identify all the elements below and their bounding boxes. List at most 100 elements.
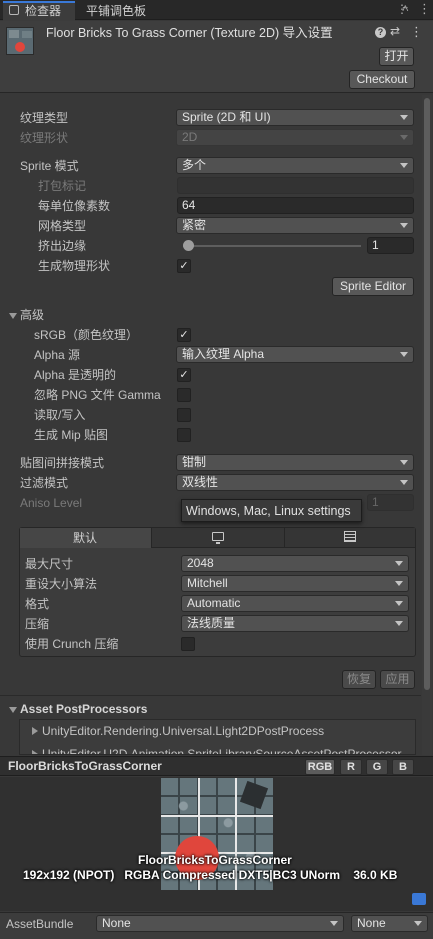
advanced-label[interactable]: 高级 [20,307,44,323]
chevron-down-icon [395,561,403,566]
srgb-checkbox[interactable]: ✓ [177,328,191,342]
postprocessors-divider [0,695,421,696]
channel-r-button[interactable]: R [340,759,362,775]
preview-title: FloorBricksToGrassCorner [138,853,292,867]
chevron-down-icon [400,223,408,228]
compression-value: 法线质量 [187,616,236,630]
postprocessors-label[interactable]: Asset PostProcessors [20,701,147,717]
read-write-label: 读取/写入 [34,408,86,422]
compression-dropdown[interactable]: 法线质量 [181,615,409,632]
texture-type-label: 纹理类型 [20,111,69,125]
aniso-level-label: Aniso Level [20,496,83,510]
mesh-type-value: 紧密 [182,218,207,232]
advanced-foldout-icon[interactable] [9,313,17,319]
filter-mode-dropdown[interactable]: 双线性 [176,474,414,491]
assetbundle-variant-dropdown[interactable]: None [351,915,428,932]
apply-button[interactable]: 应用 [380,670,415,689]
texture-type-value: Sprite (2D 和 UI) [182,110,271,124]
extrude-slider-track[interactable] [183,245,361,247]
chevron-down-icon [395,601,403,606]
aniso-level-field: 1 [367,494,414,511]
format-label: 格式 [25,597,50,611]
gen-mip-checkbox[interactable] [177,428,191,442]
extrude-label: 挤出边缘 [38,239,87,253]
alpha-transparent-checkbox[interactable]: ✓ [177,368,191,382]
resize-label: 重设大小算法 [25,577,98,591]
format-dropdown[interactable]: Automatic [181,595,409,612]
ppu-label: 每单位像素数 [38,199,111,213]
monitor-icon [212,532,224,541]
texture-type-dropdown[interactable]: Sprite (2D 和 UI) [176,109,414,126]
server-icon [344,531,356,542]
extrude-field[interactable]: 1 [367,237,414,254]
postprocessor-expand-icon[interactable] [32,727,38,735]
check-icon: ✓ [179,329,189,341]
postprocessors-foldout-icon[interactable] [9,707,17,713]
max-size-value: 2048 [187,556,214,570]
chevron-down-icon [400,352,408,357]
max-size-dropdown[interactable]: 2048 [181,555,409,572]
alpha-source-value: 输入纹理 Alpha [182,347,265,361]
channel-g-button[interactable]: G [366,759,388,775]
resize-dropdown[interactable]: Mitchell [181,575,409,592]
wrap-mode-dropdown[interactable]: 钳制 [176,454,414,471]
inspector-tab-label: 检查器 [25,4,62,18]
chevron-down-icon [414,921,422,926]
packing-tag-label: 打包标记 [38,179,87,193]
texture-shape-dropdown: 2D [176,129,414,146]
revert-button[interactable]: 恢复 [342,670,376,689]
scrollbar-thumb[interactable] [424,98,430,690]
assetbundle-dropdown[interactable]: None [96,915,344,932]
ppu-field[interactable]: 64 [177,197,414,214]
checkout-button[interactable]: Checkout [349,70,415,89]
open-button[interactable]: 打开 [379,47,414,66]
assetbundle-value: None [102,916,131,930]
alpha-source-dropdown[interactable]: 输入纹理 Alpha [176,346,414,363]
srgb-label: sRGB（颜色纹理） [34,328,139,342]
chevron-down-icon [395,581,403,586]
channel-b-button[interactable]: B [392,759,414,775]
settings-menu-icon[interactable]: ⋮ [410,24,423,40]
wrap-mode-value: 钳制 [182,455,207,469]
ignore-gamma-checkbox[interactable] [177,388,191,402]
postprocessor-item[interactable]: UnityEditor.Rendering.Universal.Light2DP… [42,723,324,739]
assetbundle-label: AssetBundle [6,917,74,931]
read-write-checkbox[interactable] [177,408,191,422]
menu-icon[interactable]: ⋮ [418,1,431,17]
inspector-tab-icon [9,5,19,15]
format-value: Automatic [187,596,241,610]
gen-physics-label: 生成物理形状 [38,259,111,273]
mesh-type-dropdown[interactable]: 紧密 [176,217,414,234]
sprite-mode-label: Sprite 模式 [20,159,79,173]
crunch-checkbox[interactable] [181,637,195,651]
packing-tag-field [177,177,414,194]
filter-mode-value: 双线性 [182,475,219,489]
assetbundle-variant-value: None [357,916,386,930]
resize-value: Mitchell [187,576,228,590]
channel-rgb-button[interactable]: RGB [305,759,335,775]
max-size-label: 最大尺寸 [25,557,74,571]
check-icon: ✓ [179,260,189,272]
ignore-gamma-label: 忽略 PNG 文件 Gamma [34,388,161,402]
postprocessor-clip: UnityEditor.U2D.Animation.SpriteLibraryS… [20,742,415,754]
compression-label: 压缩 [25,617,50,631]
chevron-down-icon [400,135,408,140]
sprite-editor-button[interactable]: Sprite Editor [332,277,414,296]
sprite-mode-dropdown[interactable]: 多个 [176,157,414,174]
lock-icon[interactable]: ⍲ [402,2,409,15]
texture-shape-value: 2D [182,130,198,144]
help-icon[interactable]: ? [375,27,386,38]
palette-tab-label: 平铺调色板 [86,4,147,18]
texture-thumbnail-icon [6,27,34,55]
gen-physics-checkbox[interactable]: ✓ [177,259,191,273]
platform-tooltip-text: Windows, Mac, Linux settings [186,504,351,518]
extrude-slider-handle[interactable] [183,240,194,251]
chevron-down-icon [400,460,408,465]
chevron-down-icon [400,115,408,120]
preset-icon[interactable]: ⇄ [390,24,400,38]
label-tag-icon[interactable] [412,893,426,905]
check-icon: ✓ [179,369,189,381]
crunch-label: 使用 Crunch 压缩 [25,637,119,651]
postprocessor-expand-icon[interactable] [32,750,38,754]
postprocessor-item[interactable]: UnityEditor.U2D.Animation.SpriteLibraryS… [42,746,401,754]
